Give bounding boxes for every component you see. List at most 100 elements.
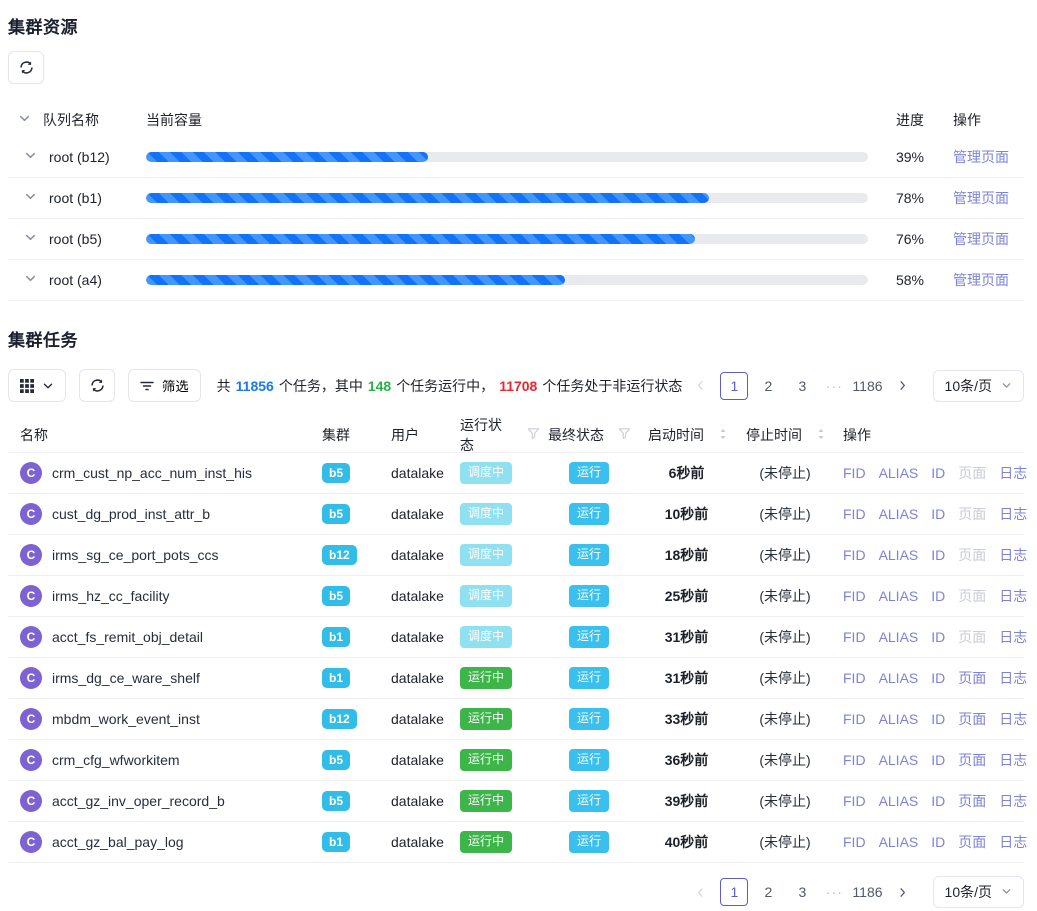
cluster-badge: b1 [322,627,350,647]
column-settings-button[interactable] [8,369,66,402]
fid-link[interactable]: FID [843,506,866,522]
manage-page-link[interactable]: 管理页面 [953,190,1009,206]
alias-link[interactable]: ALIAS [879,465,919,481]
filter-button[interactable]: 筛选 [128,369,201,402]
log-link[interactable]: 日志 [999,504,1027,524]
alias-link[interactable]: ALIAS [879,547,919,563]
id-link[interactable]: ID [931,711,945,727]
page-ellipsis[interactable]: ··· [822,884,846,900]
fid-link[interactable]: FID [843,547,866,563]
alias-link[interactable]: ALIAS [879,629,919,645]
next-page-button[interactable] [889,878,917,906]
fid-link[interactable]: FID [843,629,866,645]
run-status-tag: 运行中 [460,667,512,689]
queue-row: root (b1) 78% 管理页面 [8,178,1024,219]
page-link[interactable]: 页面 [958,627,986,647]
start-time: 25秒前 [638,586,735,606]
id-link[interactable]: ID [931,752,945,768]
task-user: datalake [383,752,451,768]
page-link[interactable]: 页面 [958,709,986,729]
start-time: 33秒前 [638,709,735,729]
page-link[interactable]: 页面 [958,750,986,770]
run-status-filter-icon[interactable] [527,427,540,443]
id-link[interactable]: ID [931,670,945,686]
row-expand-chevron-down-icon[interactable] [24,149,37,165]
page-size-select[interactable]: 10条/页 [933,876,1024,908]
final-status-tag: 运行 [569,667,609,689]
id-link[interactable]: ID [931,629,945,645]
tasks-refresh-button[interactable] [79,369,115,402]
start-time-sorter-icon[interactable] [719,427,727,444]
page-3-button[interactable]: 3 [788,878,816,906]
tasks-title: 集群任务 [8,326,1024,351]
id-link[interactable]: ID [931,465,945,481]
cluster-badge: b5 [322,463,350,483]
page-1-button[interactable]: 1 [720,372,748,400]
id-link[interactable]: ID [931,834,945,850]
fid-link[interactable]: FID [843,588,866,604]
alias-link[interactable]: ALIAS [879,711,919,727]
manage-page-link[interactable]: 管理页面 [953,149,1009,165]
alias-link[interactable]: ALIAS [879,752,919,768]
page-ellipsis[interactable]: ··· [822,378,846,394]
page-size-select[interactable]: 10条/页 [933,370,1024,402]
row-expand-chevron-down-icon[interactable] [24,272,37,288]
page-last-button[interactable]: 1186 [852,878,882,906]
fid-link[interactable]: FID [843,793,866,809]
page-link[interactable]: 页面 [958,504,986,524]
fid-link[interactable]: FID [843,670,866,686]
manage-page-link[interactable]: 管理页面 [953,272,1009,288]
page-2-button[interactable]: 2 [754,372,782,400]
fid-link[interactable]: FID [843,711,866,727]
log-link[interactable]: 日志 [999,750,1027,770]
stop-time: (未停止) [735,627,835,647]
log-link[interactable]: 日志 [999,832,1027,852]
log-link[interactable]: 日志 [999,627,1027,647]
resources-refresh-button[interactable] [8,51,44,84]
fid-link[interactable]: FID [843,465,866,481]
stop-time-sorter-icon[interactable] [817,427,825,444]
row-expand-chevron-down-icon[interactable] [24,231,37,247]
id-link[interactable]: ID [931,793,945,809]
log-link[interactable]: 日志 [999,463,1027,483]
page-2-button[interactable]: 2 [754,878,782,906]
alias-link[interactable]: ALIAS [879,588,919,604]
final-status-filter-icon[interactable] [618,427,631,443]
column-action: 操作 [835,425,1024,445]
log-link[interactable]: 日志 [999,586,1027,606]
column-user: 用户 [383,425,451,445]
page-link[interactable]: 页面 [958,791,986,811]
log-link[interactable]: 日志 [999,545,1027,565]
task-name: acct_gz_inv_oper_record_b [52,793,225,809]
manage-page-link[interactable]: 管理页面 [953,231,1009,247]
page-last-button[interactable]: 1186 [852,372,882,400]
page-link[interactable]: 页面 [958,586,986,606]
alias-link[interactable]: ALIAS [879,506,919,522]
page-link[interactable]: 页面 [958,545,986,565]
next-page-button[interactable] [889,372,917,400]
fid-link[interactable]: FID [843,752,866,768]
alias-link[interactable]: ALIAS [879,793,919,809]
alias-link[interactable]: ALIAS [879,670,919,686]
log-link[interactable]: 日志 [999,791,1027,811]
page-link[interactable]: 页面 [958,668,986,688]
expand-all-chevron-down-icon[interactable] [18,112,31,128]
prev-page-button[interactable] [686,878,714,906]
fid-link[interactable]: FID [843,834,866,850]
id-link[interactable]: ID [931,588,945,604]
summary-mid2: 个任务运行中， [396,378,494,394]
page-link[interactable]: 页面 [958,832,986,852]
prev-page-button[interactable] [686,372,714,400]
tasks-table-header: 名称 集群 用户 运行状态 最终状态 启动时间 [8,415,1024,453]
page-1-button[interactable]: 1 [720,878,748,906]
summary-nonrunning-count: 11708 [499,378,537,394]
row-expand-chevron-down-icon[interactable] [24,190,37,206]
log-link[interactable]: 日志 [999,668,1027,688]
page-link[interactable]: 页面 [958,463,986,483]
queue-row: root (a4) 58% 管理页面 [8,260,1024,301]
id-link[interactable]: ID [931,506,945,522]
page-3-button[interactable]: 3 [788,372,816,400]
alias-link[interactable]: ALIAS [879,834,919,850]
id-link[interactable]: ID [931,547,945,563]
log-link[interactable]: 日志 [999,709,1027,729]
